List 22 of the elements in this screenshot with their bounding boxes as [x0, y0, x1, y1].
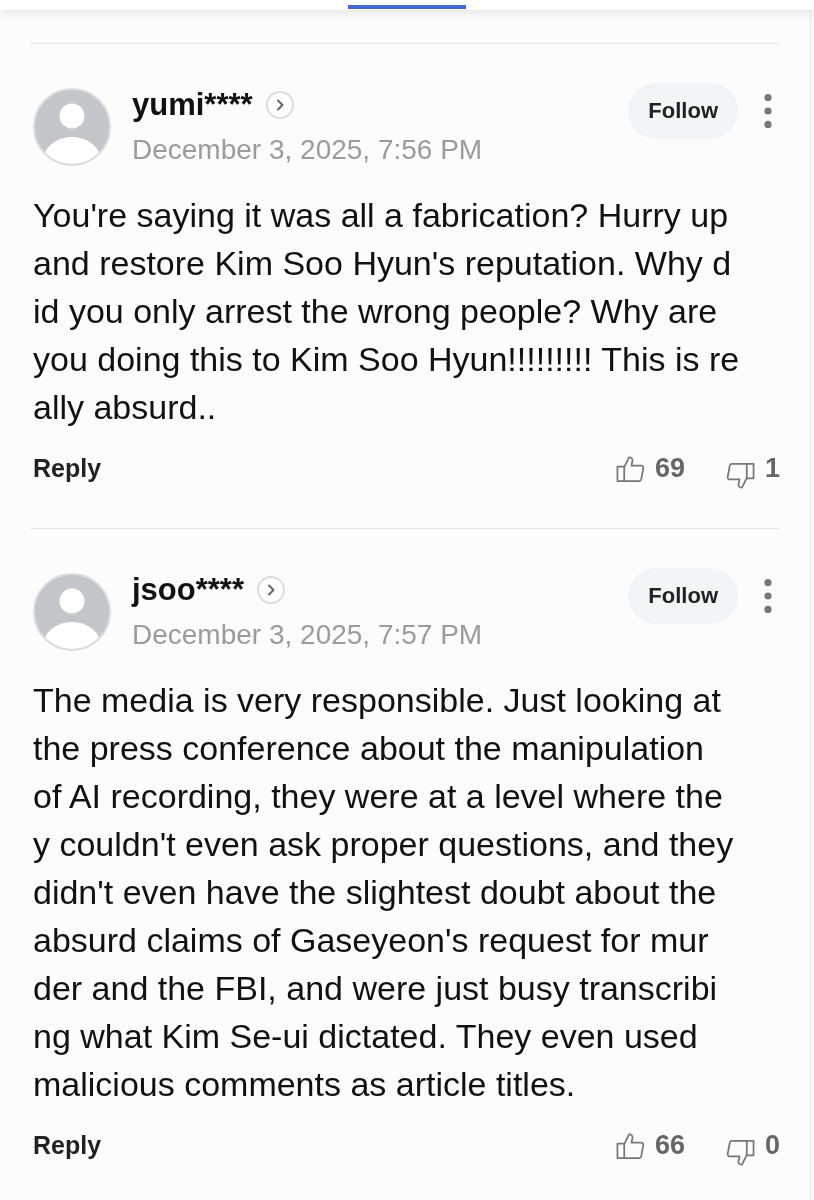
dislike-button[interactable]: 0 [725, 1122, 780, 1168]
like-button[interactable]: 69 [615, 452, 685, 484]
thumbs-up-icon [615, 453, 645, 483]
dislike-button[interactable]: 1 [725, 445, 780, 491]
reply-button[interactable]: Reply [33, 1130, 102, 1160]
comment-date: December 3, 2025, 7:56 PM [132, 133, 484, 167]
thumbs-down-icon [725, 461, 755, 491]
thumbs-up-icon [615, 1130, 645, 1160]
reply-button[interactable]: Reply [33, 453, 102, 483]
comment-text: You're saying it was all a fabrication? Hurry up and restore Kim Soo Hyun's reputation. Why d id you only arrest the wrong people? Why are you doing this to Kim Soo Hyun!!!!!!!!! This is re ally absurd.. [33, 195, 741, 428]
avatar-icon [33, 573, 111, 651]
comment-text: The media is very responsible. Just looking at the press conference about the manipulation of AI recording, they were at a level where the y couldn't even ask proper questions, and they didn't even have the slightest doubt about the absurd claims of Gaseyeon's request for mur der and the FBI, and were just busy transcribi ng what Kim Se-ui dictated. They even used malicious comments as article titles. [33, 680, 735, 1105]
chevron-right-icon[interactable] [257, 576, 285, 604]
chevron-right-icon[interactable] [265, 91, 294, 119]
follow-button[interactable]: Follow [628, 568, 738, 624]
follow-button[interactable]: Follow [628, 83, 738, 139]
username: jsoo**** [132, 573, 244, 607]
like-button[interactable]: 66 [615, 1129, 685, 1161]
comment-date: December 3, 2025, 7:57 PM [132, 618, 484, 652]
username: yumi**** [132, 88, 253, 122]
thumbs-down-icon [725, 1138, 755, 1168]
avatar-icon [33, 88, 111, 166]
